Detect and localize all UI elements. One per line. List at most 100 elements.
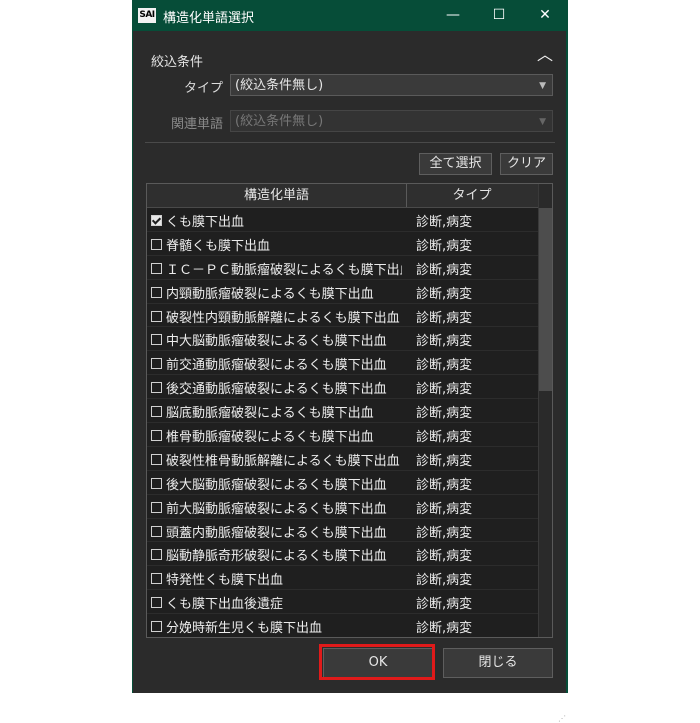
row-term: 頭蓋内動脈瘤破裂によるくも膜下出血 [166, 525, 387, 541]
column-header-type[interactable]: タイプ [407, 184, 537, 207]
row-checkbox[interactable] [151, 382, 162, 394]
row-type: 診断,病変 [416, 310, 473, 326]
table-row[interactable]: 前大脳動脈瘤破裂によるくも膜下出血 診断,病変 [147, 495, 538, 519]
row-type: 診断,病変 [416, 621, 473, 637]
maximize-button[interactable]: ☐ [476, 0, 522, 31]
resize-grip-icon[interactable]: ⋰ [558, 715, 566, 723]
table-row[interactable]: くも膜下出血後遺症 診断,病変 [147, 590, 538, 615]
row-type: 診断,病変 [416, 215, 473, 230]
row-checkbox[interactable] [151, 406, 162, 418]
row-term: 脳動静脈奇形破裂によるくも膜下出血 [166, 549, 387, 565]
row-type: 診断,病変 [416, 573, 473, 589]
type-label: タイプ [183, 81, 223, 96]
close-window-button[interactable]: ✕ [522, 0, 568, 31]
row-type: 診断,病変 [416, 597, 473, 613]
dropdown-arrow-icon: ▼ [539, 117, 546, 127]
table-row[interactable]: ＩＣ－ＰＣ動脈瘤破裂によるくも膜下出血 診断,病変 [147, 256, 538, 280]
dropdown-arrow-icon: ▼ [539, 81, 546, 91]
table-row[interactable]: 脊髄くも膜下出血 診断,病変 [147, 232, 538, 256]
row-term: くも膜下出血 [166, 215, 245, 230]
close-button[interactable]: 閉じる [443, 648, 553, 678]
related-word-select: (絞込条件無し) ▼ [230, 110, 553, 132]
row-type: 診断,病変 [416, 549, 473, 565]
row-checkbox[interactable] [151, 310, 162, 322]
row-term: 後交通動脈瘤破裂によるくも膜下出血 [166, 382, 387, 398]
related-word-label: 関連単語 [170, 117, 223, 132]
row-checkbox[interactable] [151, 215, 162, 226]
row-checkbox[interactable] [151, 621, 162, 633]
row-type: 診断,病変 [416, 238, 473, 254]
dialog-client-area: 絞込条件 ︿ タイプ (絞込条件無し) ▼ 関連単語 (絞込条件無し) ▼ 全て… [133, 31, 566, 723]
table-row[interactable]: 破裂性椎骨動脈解離によるくも膜下出血 診断,病変 [147, 447, 538, 471]
row-type: 診断,病変 [416, 358, 473, 374]
row-term: 中大脳動脈瘤破裂によるくも膜下出血 [166, 334, 387, 350]
table-header: 構造化単語 タイプ [147, 184, 538, 208]
type-select[interactable]: (絞込条件無し) ▼ [230, 74, 553, 96]
row-term: 内頸動脈瘤破裂によるくも膜下出血 [166, 286, 374, 302]
type-select-value: (絞込条件無し) [235, 78, 324, 93]
row-term: 分娩時新生児くも膜下出血 [166, 621, 323, 637]
row-type: 診断,病変 [416, 406, 473, 422]
row-checkbox[interactable] [151, 501, 162, 513]
row-checkbox[interactable] [151, 238, 162, 250]
row-type: 診断,病変 [416, 262, 473, 278]
table-row[interactable]: 椎骨動脈瘤破裂によるくも膜下出血 診断,病変 [147, 423, 538, 447]
window-title: 構造化単語選択 [163, 11, 255, 26]
table-row[interactable]: 分娩時新生児くも膜下出血 診断,病変 [147, 614, 538, 637]
dialog-window: SAI 構造化単語選択 — ☐ ✕ 絞込条件 ︿ タイプ (絞込条件無し) ▼ … [132, 0, 568, 723]
table-row[interactable]: 脳底動脈瘤破裂によるくも膜下出血 診断,病変 [147, 399, 538, 424]
table-body: くも膜下出血 診断,病変 脊髄くも膜下出血 診断,病変 ＩＣ－ＰＣ動脈瘤破裂によるくも膜… [147, 208, 538, 637]
scrollbar-thumb[interactable] [539, 208, 552, 391]
table-row[interactable]: 内頸動脈瘤破裂によるくも膜下出血 診断,病変 [147, 280, 538, 304]
row-type: 診断,病変 [416, 382, 473, 398]
select-all-button[interactable]: 全て選択 [419, 153, 492, 175]
row-checkbox[interactable] [151, 453, 162, 465]
row-term: 破裂性内頸動脈解離によるくも膜下出血 [166, 310, 400, 326]
related-word-select-value: (絞込条件無し) [235, 114, 324, 129]
table-row[interactable]: くも膜下出血 診断,病変 [147, 208, 538, 232]
word-table: 構造化単語 タイプ くも膜下出血 診断,病変 脊髄くも膜下出血 診断,病変 ＩＣ－ＰＣ動… [146, 183, 553, 638]
table-row[interactable]: 中大脳動脈瘤破裂によるくも膜下出血 診断,病変 [147, 327, 538, 352]
app-icon: SAI [138, 8, 156, 23]
minimize-button[interactable]: — [430, 0, 476, 31]
row-checkbox[interactable] [151, 573, 162, 585]
title-bar[interactable]: SAI 構造化単語選択 — ☐ ✕ [132, 0, 568, 31]
row-term: 破裂性椎骨動脈解離によるくも膜下出血 [166, 453, 400, 469]
table-row[interactable]: 後交通動脈瘤破裂によるくも膜下出血 診断,病変 [147, 375, 538, 400]
row-checkbox[interactable] [151, 597, 162, 609]
row-term: 後大脳動脈瘤破裂によるくも膜下出血 [166, 477, 387, 493]
filter-section-label: 絞込条件 [151, 55, 204, 70]
row-term: くも膜下出血後遺症 [166, 597, 284, 613]
row-type: 診断,病変 [416, 430, 473, 446]
row-type: 診断,病変 [416, 525, 473, 541]
row-term: 脊髄くも膜下出血 [166, 238, 271, 254]
row-type: 診断,病変 [416, 501, 473, 517]
row-type: 診断,病変 [416, 453, 473, 469]
row-term: ＩＣ－ＰＣ動脈瘤破裂によるくも膜下出血 [166, 262, 402, 278]
row-type: 診断,病変 [416, 286, 473, 302]
row-checkbox[interactable] [151, 358, 162, 370]
divider [145, 142, 555, 143]
row-checkbox[interactable] [151, 549, 162, 561]
row-checkbox[interactable] [151, 262, 162, 274]
table-row[interactable]: 後大脳動脈瘤破裂によるくも膜下出血 診断,病変 [147, 471, 538, 495]
table-row[interactable]: 前交通動脈瘤破裂によるくも膜下出血 診断,病変 [147, 351, 538, 376]
row-checkbox[interactable] [151, 525, 162, 537]
row-checkbox[interactable] [151, 334, 162, 346]
row-term: 前大脳動脈瘤破裂によるくも膜下出血 [166, 501, 387, 517]
row-type: 診断,病変 [416, 477, 473, 493]
chevron-up-icon[interactable]: ︿ [535, 45, 555, 65]
table-row[interactable]: 脳動静脈奇形破裂によるくも膜下出血 診断,病変 [147, 542, 538, 567]
table-row[interactable]: 破裂性内頸動脈解離によるくも膜下出血 診断,病変 [147, 304, 538, 328]
table-row[interactable]: 特発性くも膜下出血 診断,病変 [147, 566, 538, 591]
row-term: 椎骨動脈瘤破裂によるくも膜下出血 [166, 430, 374, 446]
row-checkbox[interactable] [151, 477, 162, 489]
ok-button-highlight [319, 644, 435, 680]
row-term: 前交通動脈瘤破裂によるくも膜下出血 [166, 358, 387, 374]
table-row[interactable]: 頭蓋内動脈瘤破裂によるくも膜下出血 診断,病変 [147, 519, 538, 543]
column-header-term[interactable]: 構造化単語 [147, 184, 407, 207]
row-term: 脳底動脈瘤破裂によるくも膜下出血 [166, 406, 374, 422]
clear-button[interactable]: クリア [500, 153, 553, 175]
row-checkbox[interactable] [151, 430, 162, 442]
row-checkbox[interactable] [151, 286, 162, 298]
